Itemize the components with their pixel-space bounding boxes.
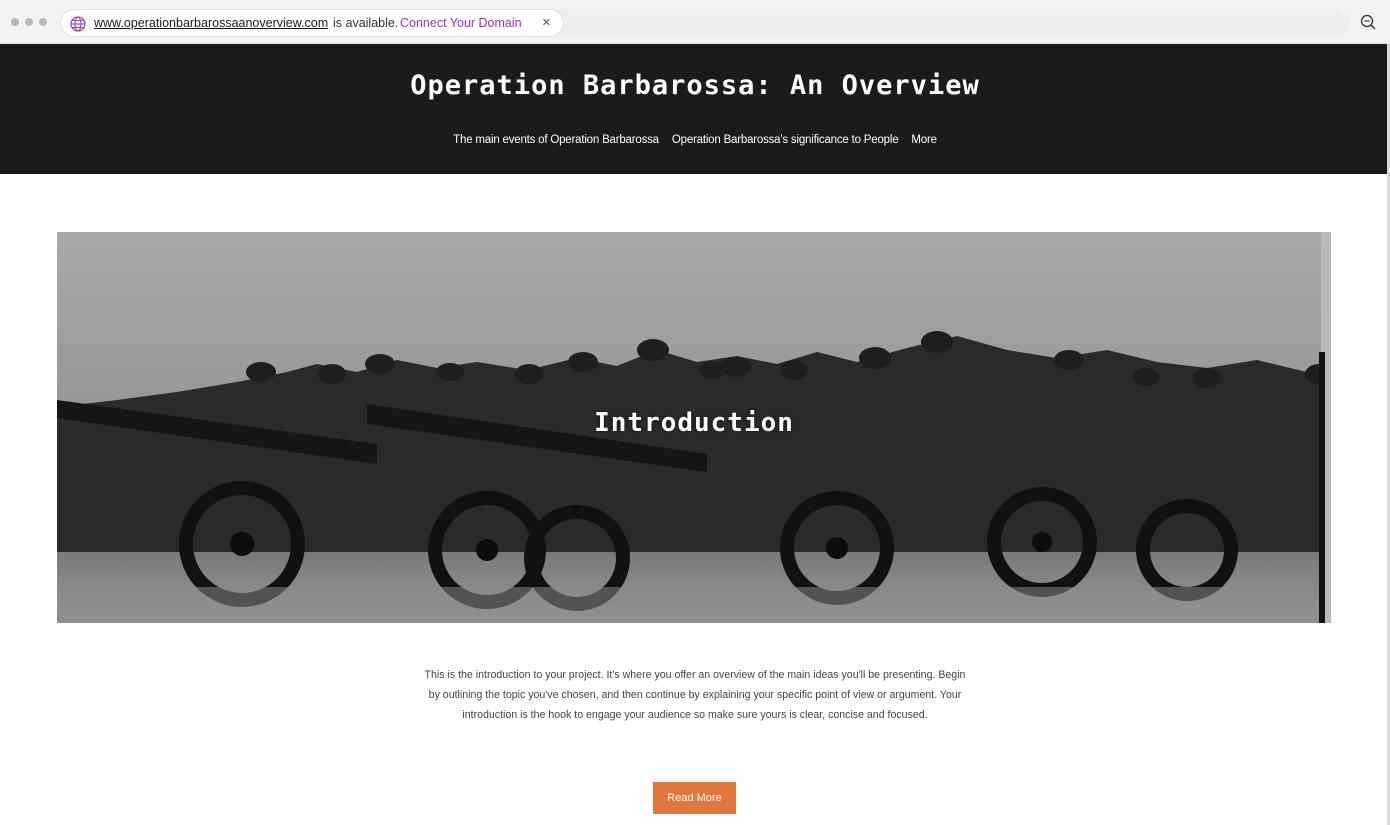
intro-paragraph: This is the introduction to your project…: [424, 669, 966, 721]
domain-banner: www.operationbarbarossaanoverview.com is…: [60, 9, 564, 37]
close-icon[interactable]: ×: [542, 14, 551, 31]
window-dots: [11, 18, 47, 26]
site-header: Operation Barbarossa: An Overview The ma…: [0, 44, 1390, 174]
site-title[interactable]: Operation Barbarossa: An Overview: [0, 70, 1390, 101]
zoom-icon[interactable]: [1360, 14, 1376, 30]
domain-availability-text: is available.: [333, 16, 399, 30]
hero-title: Introduction: [594, 408, 794, 438]
globe-icon: [70, 16, 86, 32]
main-nav: The main events of Operation Barbarossa …: [0, 134, 1390, 146]
connect-domain-link[interactable]: Connect Your Domain: [400, 16, 522, 30]
nav-item-significance[interactable]: Operation Barbarossa's significance to P…: [672, 134, 899, 146]
window-dot: [25, 18, 33, 26]
hero-image: Introduction: [57, 232, 1331, 623]
nav-item-main-events[interactable]: The main events of Operation Barbarossa: [453, 134, 659, 146]
browser-top-bar: www.operationbarbarossaanoverview.com is…: [0, 0, 1390, 44]
window-dot: [11, 18, 19, 26]
read-more-button[interactable]: Read More: [653, 782, 736, 814]
window-dot: [39, 18, 47, 26]
domain-url[interactable]: www.operationbarbarossaanoverview.com: [94, 16, 328, 30]
nav-item-more[interactable]: More: [911, 134, 937, 146]
